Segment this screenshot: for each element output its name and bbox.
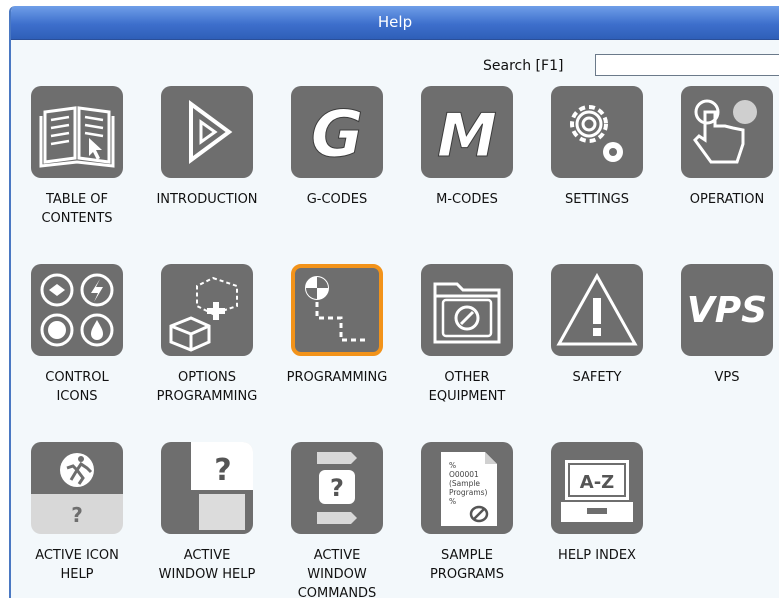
book-icon (31, 86, 123, 178)
svg-text:VPS: VPS (687, 290, 767, 331)
tile-vps[interactable]: VPS VPS (661, 264, 779, 434)
tile-label: SETTINGS (564, 192, 629, 207)
svg-text:%: % (449, 497, 456, 506)
svg-text:?: ? (214, 453, 231, 488)
tile-label: OTHER EQUIPMENT (428, 370, 506, 404)
add-box-icon (161, 264, 253, 356)
tile-other-equipment[interactable]: OTHER EQUIPMENT (401, 264, 533, 434)
tile-options-programming[interactable]: OPTIONS PROGRAMMING (141, 264, 273, 434)
svg-text:(Sample: (Sample (449, 479, 480, 488)
svg-text:M: M (437, 101, 497, 171)
tile-label: SAFETY (572, 370, 622, 385)
running-person-help-icon: ? (31, 442, 123, 534)
tile-help-index[interactable]: A-Z HELP INDEX (531, 442, 663, 598)
tile-label: OPERATION (689, 192, 765, 207)
control-icons-icon (31, 264, 123, 356)
toolpath-icon (291, 264, 383, 356)
tile-programming[interactable]: PROGRAMMING (271, 264, 403, 434)
help-window: Help Search [F1] TABLE OF CONTENTS INTRO… (9, 6, 779, 598)
tile-active-icon-help[interactable]: ? ACTIVE ICON HELP (11, 442, 143, 598)
tile-label: VPS (714, 370, 740, 385)
tile-label: SAMPLE PROGRAMS (429, 548, 505, 582)
sample-document-icon: % O00001 (Sample Programs) % (421, 442, 513, 534)
tile-sample-programs[interactable]: % O00001 (Sample Programs) % SAMPLE PROG… (401, 442, 533, 598)
warning-icon (551, 264, 643, 356)
svg-text:G: G (311, 98, 364, 172)
tile-active-window-help[interactable]: ? ACTIVE WINDOW HELP (141, 442, 273, 598)
window-title: Help (377, 13, 413, 31)
tile-label: TABLE OF CONTENTS (41, 192, 113, 226)
svg-text:O00001: O00001 (449, 470, 479, 479)
tile-label: CONTROL ICONS (45, 370, 109, 404)
tile-active-window-commands[interactable]: ? ACTIVE WINDOW COMMANDS (271, 442, 403, 598)
tile-label: PROGRAMMING (286, 370, 388, 385)
tile-label: HELP INDEX (558, 548, 636, 563)
tile-label: G-CODES (306, 192, 368, 207)
play-triangle-icon (161, 86, 253, 178)
tile-operation[interactable]: OPERATION (661, 86, 779, 256)
tile-label: ACTIVE WINDOW COMMANDS (297, 548, 377, 598)
tile-safety[interactable]: SAFETY (531, 264, 663, 434)
tile-label: INTRODUCTION (156, 192, 258, 207)
svg-text:%: % (449, 461, 456, 470)
tile-label: ACTIVE WINDOW HELP (158, 548, 256, 582)
vps-icon: VPS (681, 264, 773, 356)
tile-introduction[interactable]: INTRODUCTION (141, 86, 273, 256)
tile-label: M-CODES (436, 192, 498, 207)
hand-touch-icon (681, 86, 773, 178)
tile-control-icons[interactable]: CONTROL ICONS (11, 264, 143, 434)
folder-logo-icon (421, 264, 513, 356)
svg-text:?: ? (71, 503, 83, 527)
m-letter-icon: M (421, 86, 513, 178)
svg-text:A-Z: A-Z (580, 472, 614, 493)
tile-table-of-contents[interactable]: TABLE OF CONTENTS (11, 86, 143, 256)
svg-text:?: ? (330, 474, 344, 502)
window-help-icon: ? (161, 442, 253, 534)
window-commands-icon: ? (291, 442, 383, 534)
tile-label: OPTIONS PROGRAMMING (156, 370, 258, 404)
tile-g-codes[interactable]: G G-CODES (271, 86, 403, 256)
svg-text:Programs): Programs) (449, 488, 488, 497)
title-bar: Help (11, 6, 779, 40)
tile-label: ACTIVE ICON HELP (35, 548, 119, 582)
g-letter-icon: G (291, 86, 383, 178)
tile-m-codes[interactable]: M M-CODES (401, 86, 533, 256)
search-input[interactable] (595, 54, 779, 76)
index-drawer-icon: A-Z (551, 442, 643, 534)
gears-icon (551, 86, 643, 178)
search-label: Search [F1] (483, 58, 564, 74)
tile-settings[interactable]: SETTINGS (531, 86, 663, 256)
